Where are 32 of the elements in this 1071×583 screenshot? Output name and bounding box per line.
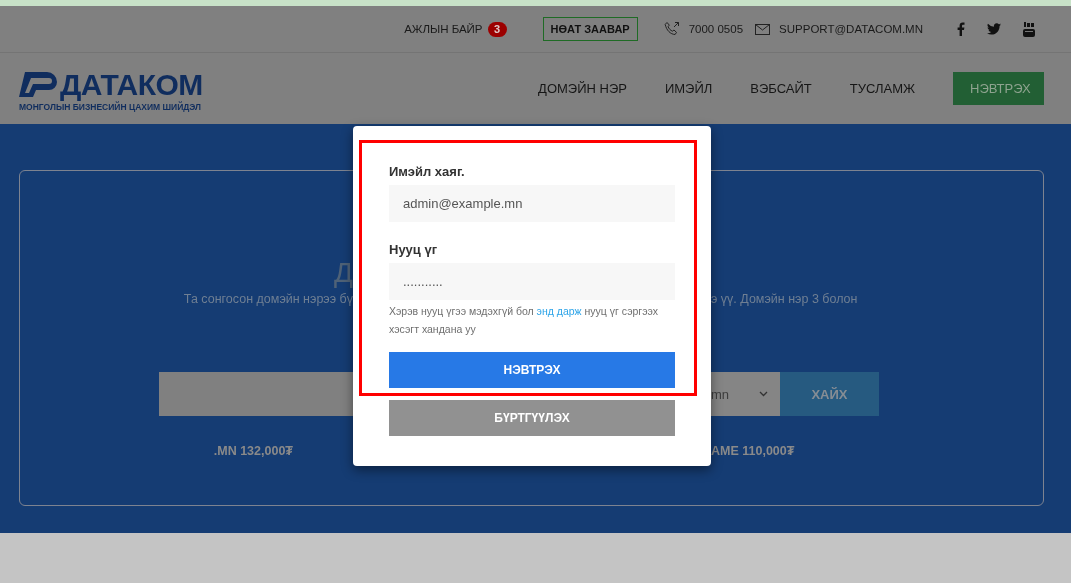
register-button[interactable]: БҮРТГҮҮЛЭХ bbox=[389, 400, 675, 436]
vat-guide-button[interactable]: НӨАТ ЗААВАР bbox=[542, 17, 638, 41]
mail-icon bbox=[755, 23, 771, 35]
nav-link[interactable]: ВЭБСАЙТ bbox=[750, 81, 812, 96]
section-heading: Д bbox=[334, 257, 353, 289]
logo-tagline: МОНГОЛЫН БИЗНЕСИЙН ЦАХИМ ШИЙДЭЛ bbox=[19, 101, 201, 112]
price-label: AME 110,000₮ bbox=[711, 444, 795, 458]
price-label: .MN 132,000₮ bbox=[213, 444, 293, 458]
password-label: Нууц үг bbox=[389, 242, 439, 259]
phone-number[interactable]: 7000 0505 bbox=[688, 23, 744, 35]
login-button[interactable]: НЭВТРЭХ bbox=[389, 352, 675, 388]
email-field[interactable]: admin@example.mn bbox=[389, 185, 675, 222]
facebook-icon[interactable] bbox=[957, 22, 965, 36]
jobs-link[interactable]: АЖЛЫН БАЙР bbox=[404, 23, 483, 35]
login-button[interactable]: НЭВТРЭХ bbox=[953, 72, 1044, 105]
logo-icon bbox=[19, 72, 57, 97]
nav-link[interactable]: ИМЭЙЛ bbox=[664, 81, 713, 96]
support-email[interactable]: SUPPORT@DATACOM.MN bbox=[779, 23, 923, 35]
nav-link[interactable]: ТУСЛАМЖ bbox=[849, 81, 915, 96]
section-subtitle: Та сонгосон домэйн нэрээ бү bbox=[183, 291, 353, 308]
section-subtitle: э үү. Домэйн нэр 3 болон bbox=[711, 291, 858, 308]
extension-select[interactable]: mn bbox=[711, 372, 780, 416]
domain-input[interactable] bbox=[159, 372, 353, 416]
chevron-icon bbox=[759, 391, 768, 397]
phone-icon bbox=[663, 21, 680, 37]
twitter-icon[interactable] bbox=[987, 23, 1001, 35]
count-badge: 3 bbox=[487, 21, 507, 37]
email-label: Имэйл хаяг. bbox=[389, 164, 466, 181]
password-field[interactable]: ........... bbox=[389, 263, 675, 300]
reset-link[interactable]: энд дарж bbox=[536, 305, 582, 317]
nav-link[interactable]: ДОМЭЙН НЭР bbox=[538, 81, 627, 96]
forgot-password-hint: Хэрэв нууц үгээ мэдэхгүй бол энд дарж нууц үг сэргээх хэсэгт хандана уу bbox=[389, 304, 660, 337]
